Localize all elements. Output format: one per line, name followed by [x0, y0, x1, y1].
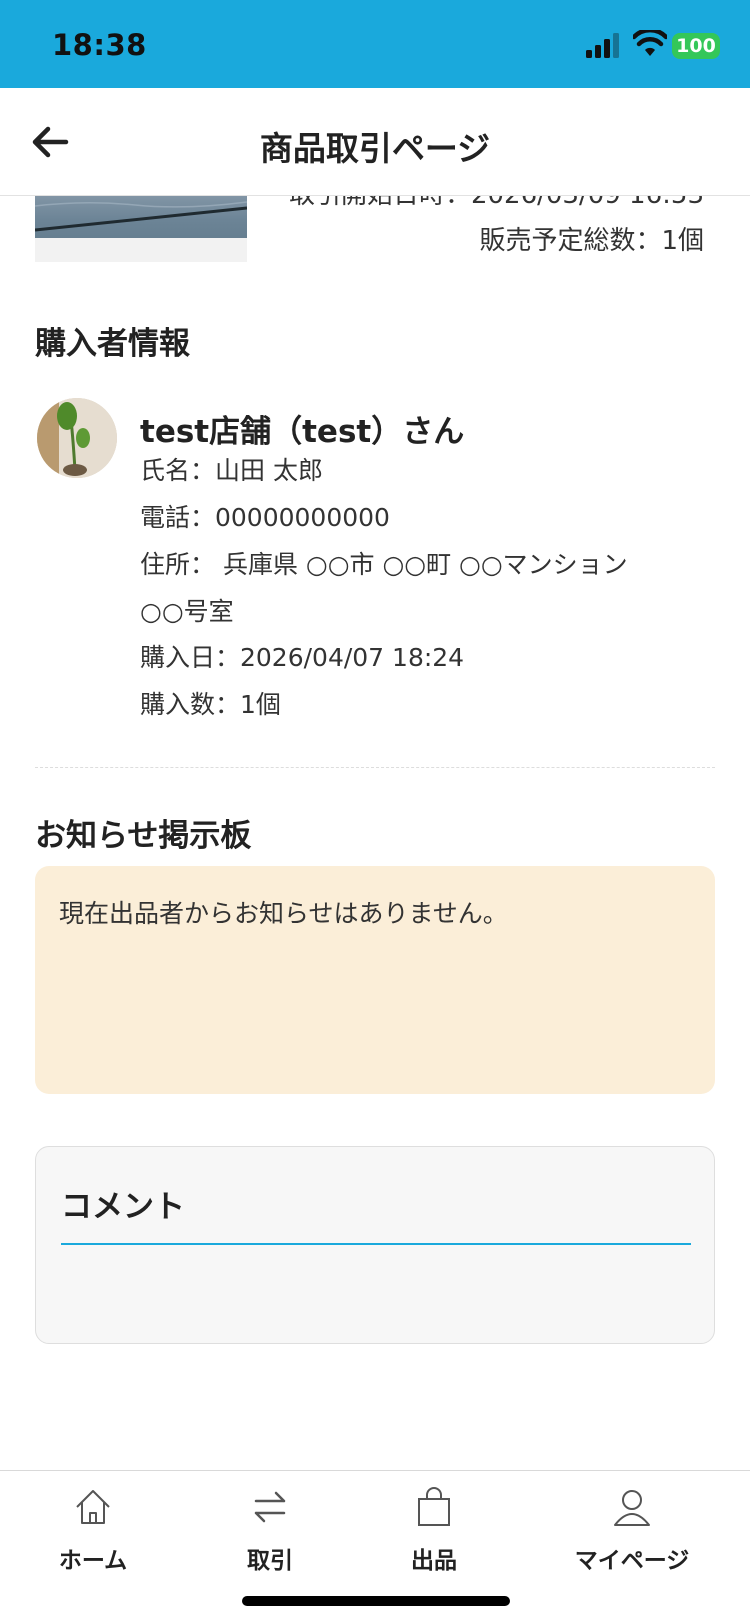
notice-section-title: お知らせ掲示板: [35, 818, 252, 854]
comment-title-underline: [61, 1243, 691, 1245]
buyer-phone: 電話：00000000000: [140, 503, 390, 532]
battery-indicator: 100: [672, 33, 720, 59]
nav-item-listing[interactable]: 出品: [394, 1487, 474, 1575]
notice-board: 現在出品者からお知らせはありません。: [35, 866, 715, 1094]
signal-icon: [586, 33, 619, 58]
shopping-bag-icon: [418, 1487, 450, 1526]
buyer-name: test店舗（test）さん: [140, 414, 465, 450]
buyer-address-line2: ○○号室: [140, 597, 234, 626]
nav-label-trade: 取引: [247, 1548, 293, 1574]
nav-item-trade[interactable]: 取引: [230, 1487, 310, 1575]
header: 商品取引ページ: [0, 88, 750, 196]
trade-start-datetime: 取引開始日時：2026/03/09 16:53: [289, 196, 704, 211]
screen: 18:38 100 商品取引ページ 取引開始日時：2026/03/09: [0, 0, 750, 1624]
status-bar: 18:38 100: [0, 0, 750, 88]
wifi-icon: [633, 30, 667, 56]
plant-avatar-image: [37, 398, 117, 478]
purchase-date: 購入日：2026/04/07 18:24: [140, 643, 465, 672]
comment-panel[interactable]: コメント: [35, 1146, 715, 1344]
product-image-caption-area: [35, 238, 247, 262]
comment-title: コメント: [61, 1189, 185, 1225]
notice-message: 現在出品者からお知らせはありません。: [59, 899, 508, 928]
nav-label-listing: 出品: [411, 1548, 457, 1574]
main-content[interactable]: 取引開始日時：2026/03/09 16:53 販売予定総数：1個 購入者情報 …: [0, 196, 750, 1470]
buyer-address-line1: 住所： 兵庫県 ○○市 ○○町 ○○マンション: [140, 550, 628, 579]
person-icon: [614, 1490, 650, 1526]
home-icon: [76, 1490, 110, 1524]
page-title: 商品取引ページ: [259, 129, 491, 168]
nav-item-mypage[interactable]: マイページ: [572, 1487, 692, 1575]
purchase-quantity: 購入数：1個: [140, 690, 281, 719]
divider: [35, 767, 715, 768]
nav-label-mypage: マイページ: [574, 1548, 690, 1574]
product-image-detail: [35, 201, 247, 232]
home-indicator[interactable]: [242, 1596, 510, 1606]
buyer-full-name: 氏名：山田 太郎: [140, 456, 323, 485]
avatar[interactable]: [37, 398, 117, 478]
nav-label-home: ホーム: [58, 1548, 128, 1574]
buyer-section-title: 購入者情報: [35, 326, 190, 362]
status-time: 18:38: [52, 28, 147, 62]
swap-arrows-icon: [254, 1491, 286, 1523]
sale-total-quantity: 販売予定総数：1個: [479, 226, 704, 256]
nav-item-home[interactable]: ホーム: [48, 1487, 138, 1575]
